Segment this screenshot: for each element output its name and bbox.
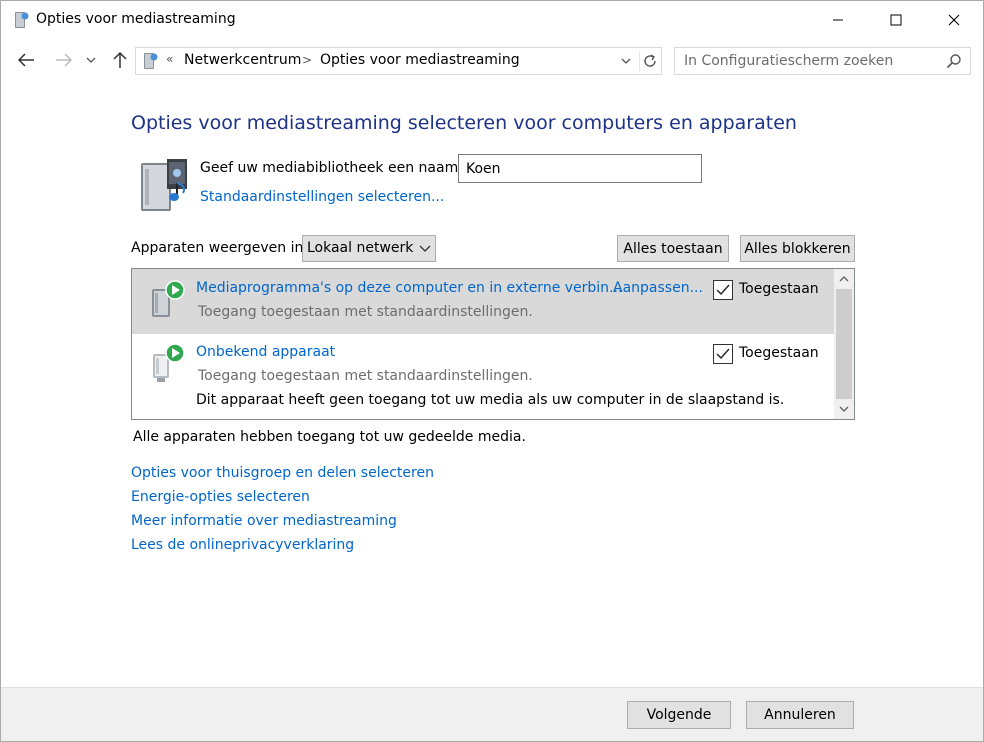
chevron-down-icon [86,57,96,63]
library-name-label: Geef uw mediabibliotheek een naam: [200,160,463,176]
show-devices-label: Apparaten weergeven in: [131,240,309,256]
show-devices-value: Lokaal netwerk [307,240,414,256]
block-all-button[interactable]: Alles blokkeren [740,235,855,262]
cancel-button[interactable]: Annuleren [746,701,854,729]
close-icon [948,14,960,26]
footer-bar: Volgende Annuleren [1,687,983,741]
power-options-link[interactable]: Energie-opties selecteren [131,489,310,505]
device-name[interactable]: Mediaprogramma's op deze computer en in … [196,280,622,296]
scroll-down-button[interactable] [834,399,854,419]
chevron-down-icon [621,58,631,64]
breadcrumb-network-center[interactable]: Netwerkcentrum [184,52,301,68]
back-button[interactable] [15,49,37,71]
search-input[interactable] [675,48,935,74]
device-status: Toegang toegestaan met standaardinstelli… [198,304,533,320]
device-list-scrollbar[interactable] [834,269,854,419]
recent-locations-button[interactable] [83,49,99,71]
checkmark-icon [716,348,730,360]
breadcrumb-overflow[interactable]: « [166,52,173,66]
search-box[interactable] [674,47,971,75]
title-bar: Opties voor mediastreaming [1,1,983,39]
search-icon[interactable] [946,53,962,69]
address-bar[interactable]: « Netwerkcentrum > Opties voor mediastre… [135,47,662,75]
page-title: Opties voor mediastreaming selecteren vo… [131,112,797,134]
checkmark-icon [716,284,730,296]
allowed-checkbox[interactable] [713,280,733,300]
arrow-right-icon [56,53,73,67]
next-button[interactable]: Volgende [627,701,731,729]
refresh-button[interactable] [639,51,659,71]
media-device-play-icon [152,280,185,317]
window: Opties voor mediastreaming « Netwerkcent… [0,0,984,742]
forward-button[interactable] [53,49,75,71]
maximize-icon [890,14,902,26]
navigation-bar: « Netwerkcentrum > Opties voor mediastre… [1,41,983,81]
allowed-checkbox[interactable] [713,344,733,364]
device-list: Mediaprogramma's op deze computer en in … [131,268,855,420]
chevron-down-icon [839,406,849,412]
access-status-text: Alle apparaten hebben toegang tot uw ged… [133,429,526,445]
device-name[interactable]: Onbekend apparaat [196,344,335,360]
chevron-up-icon [839,276,849,282]
close-button[interactable] [925,1,983,39]
device-row-unknown[interactable]: Onbekend apparaat Toegang toegestaan met… [132,334,834,419]
maximize-button[interactable] [867,1,925,39]
customize-link[interactable]: Aanpassen... [613,280,703,296]
address-dropdown-button[interactable] [618,52,634,70]
device-status: Toegang toegestaan met standaardinstelli… [198,368,533,384]
window-title: Opties voor mediastreaming [36,11,236,27]
arrow-up-icon [113,51,127,68]
privacy-statement-link[interactable]: Lees de onlineprivacyverklaring [131,537,354,553]
media-server-icon [15,12,29,28]
up-button[interactable] [109,49,131,71]
refresh-icon [643,54,656,67]
streaming-info-link[interactable]: Meer informatie over mediastreaming [131,513,397,529]
device-note: Dit apparaat heeft geen toegang tot uw m… [196,392,785,408]
device-row-media-programs[interactable]: Mediaprogramma's op deze computer en in … [132,269,834,334]
scroll-up-button[interactable] [834,269,854,289]
chevron-down-icon [419,245,431,252]
allowed-label[interactable]: Toegestaan [739,345,819,361]
breadcrumb-current[interactable]: Opties voor mediastreaming [320,52,520,68]
allow-all-button[interactable]: Alles toestaan [617,235,729,262]
media-server-icon [144,53,158,69]
media-device-play-icon [153,343,185,382]
media-library-icon [141,159,187,211]
default-settings-link[interactable]: Standaardinstellingen selecteren... [200,189,444,205]
show-devices-select[interactable]: Lokaal netwerk [302,235,436,262]
minimize-button[interactable] [809,1,867,39]
homegroup-sharing-link[interactable]: Opties voor thuisgroep en delen selecter… [131,465,434,481]
breadcrumb-separator[interactable]: > [302,53,312,67]
minimize-icon [833,19,843,21]
scroll-thumb[interactable] [836,289,852,399]
allowed-label[interactable]: Toegestaan [739,281,819,297]
arrow-left-icon [17,53,34,67]
library-name-input[interactable] [458,154,702,183]
